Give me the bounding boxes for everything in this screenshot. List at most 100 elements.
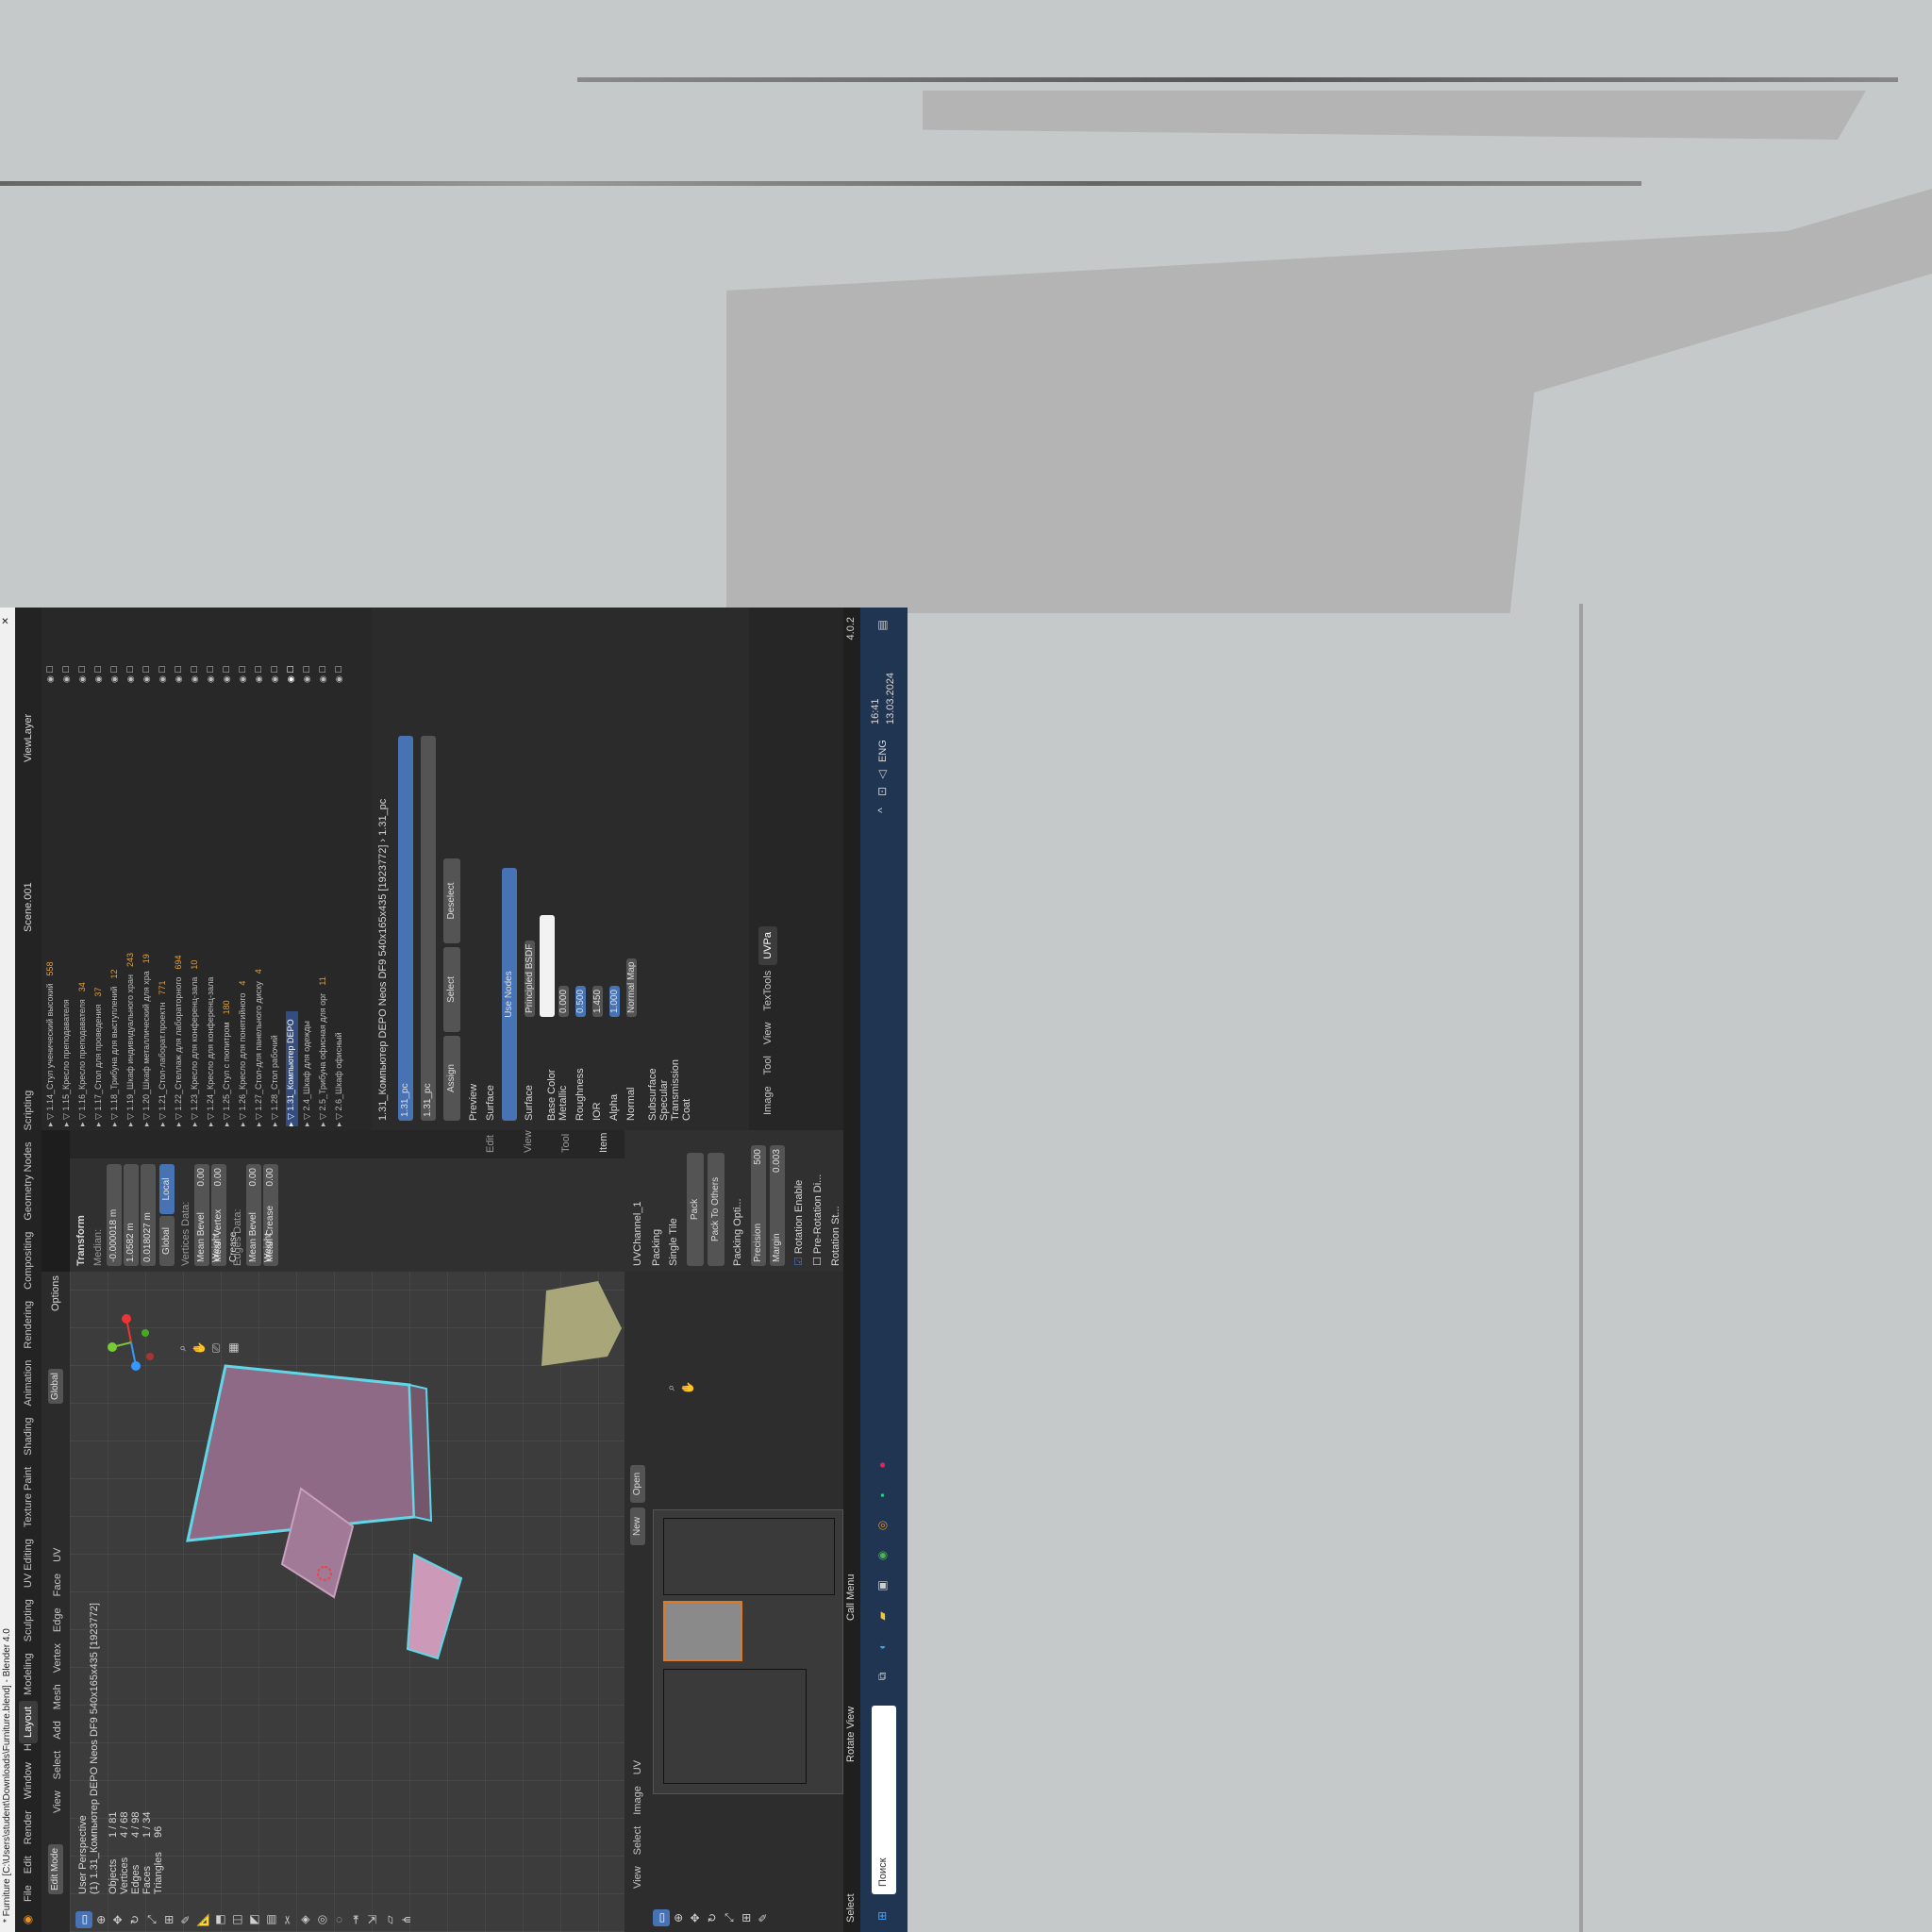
uv-select-icon[interactable]: ▭ — [653, 1909, 670, 1926]
uv-menu-image[interactable]: Image — [628, 1780, 647, 1821]
file-explorer-icon[interactable]: ▰ — [874, 1607, 891, 1624]
visibility-eye-icon[interactable]: ◉ ☐ — [286, 666, 296, 683]
pre-rotation-checkbox[interactable]: ☐ Pre-Rotation Di... — [811, 1174, 824, 1266]
tab-sculpting[interactable]: Sculpting — [19, 1593, 38, 1647]
outliner-item[interactable]: ▸ ▽ 1.20_Шкаф металлический для хра 19 ◉ ☐ — [142, 666, 154, 1126]
menu-vertex[interactable]: Vertex — [48, 1638, 67, 1678]
scene-selector[interactable]: Scene.001 — [23, 882, 34, 932]
outliner-item[interactable]: ▸ ▽ 1.25_Стул с пюпитром 180 ◉ ☐ — [222, 666, 234, 1126]
outliner-item[interactable]: ▸ ▽ 1.23_Кресло для конференц-зала 10 ◉ ☐ — [190, 666, 202, 1126]
tab-view[interactable]: View — [523, 1130, 534, 1153]
pan-hand-icon[interactable]: ✋ — [191, 1340, 208, 1357]
menu-view[interactable]: View — [48, 1785, 67, 1819]
uv-tab-view[interactable]: View — [758, 1017, 777, 1051]
use-nodes-button[interactable]: Use Nodes — [502, 868, 517, 1121]
uv-pan-hand-icon[interactable]: ✋ — [679, 1379, 696, 1396]
volume-icon[interactable]: ◁ — [874, 766, 891, 783]
tab-rendering[interactable]: Rendering — [19, 1295, 38, 1355]
uv-island-2[interactable] — [663, 1518, 835, 1595]
median-x-field[interactable]: -0.000018 m — [107, 1164, 122, 1266]
store-icon[interactable]: ▣ — [874, 1577, 891, 1594]
visibility-eye-icon[interactable]: ◉ ☐ — [61, 666, 72, 683]
uv-menu-select[interactable]: Select — [628, 1821, 647, 1861]
uv-menu-view[interactable]: View — [628, 1860, 647, 1894]
rotation-step-field[interactable]: Rotation St... — [830, 1206, 841, 1266]
menu-mesh[interactable]: Mesh — [48, 1678, 67, 1715]
specular-section[interactable]: Specular — [658, 630, 670, 1121]
orientation-selector[interactable]: Global — [48, 1369, 63, 1404]
visibility-eye-icon[interactable]: ◉ ☐ — [77, 666, 88, 683]
visibility-eye-icon[interactable]: ◉ ☐ — [125, 666, 136, 683]
menu-uv[interactable]: UV — [48, 1542, 67, 1568]
preview-section[interactable]: Preview — [468, 1084, 479, 1121]
visibility-eye-icon[interactable]: ◉ ☐ — [238, 666, 248, 683]
material-name-field[interactable]: 1.31_pc — [421, 736, 436, 1121]
metallic-field[interactable]: 0.000 — [558, 985, 569, 1017]
camera-icon[interactable]: ⎚ — [208, 1340, 225, 1357]
transmission-section[interactable]: Transmission — [670, 630, 681, 1121]
outliner-item[interactable]: ▸ ▽ 2.4_Шкаф для одежды ◉ ☐ — [302, 666, 314, 1126]
deselect-button[interactable]: Deselect — [443, 858, 460, 943]
uv-tab-uvpackmaster[interactable]: UVPa — [758, 926, 777, 965]
outliner-item[interactable]: ▸ ▽ 1.17_Стол для проведения 37 ◉ ☐ — [93, 666, 106, 1126]
surface-section[interactable]: Surface — [485, 1085, 496, 1121]
visibility-eye-icon[interactable]: ◉ ☐ — [93, 666, 104, 683]
pack-to-others-button[interactable]: Pack To Others — [708, 1153, 724, 1266]
new-image-button[interactable]: New — [630, 1507, 645, 1545]
blender-taskbar-icon[interactable]: ◎ — [874, 1517, 891, 1534]
tab-scripting[interactable]: Scripting — [19, 1085, 38, 1137]
outliner-item[interactable]: ▸ ▽ 2.6_Шкаф офисный ◉ ☐ — [334, 666, 346, 1126]
uv-scale-icon[interactable]: ⤢ — [721, 1909, 738, 1926]
uv-zoom-icon[interactable]: ⌕ — [662, 1379, 679, 1396]
median-y-field[interactable]: 1.0582 m — [124, 1164, 139, 1266]
global-button[interactable]: Global — [159, 1216, 175, 1266]
navigation-gizmo[interactable] — [98, 1309, 164, 1375]
roughness-field[interactable]: 0.500 — [575, 985, 586, 1017]
visibility-eye-icon[interactable]: ◉ ☐ — [45, 666, 56, 683]
uv-menu-uv[interactable]: UV — [628, 1755, 647, 1780]
tab-item[interactable]: Item — [598, 1133, 609, 1153]
transform-header[interactable]: Transform — [75, 1164, 87, 1266]
outliner-item[interactable]: ▸ ▽ 1.26_Кресло для понятийного 4 ◉ ☐ — [238, 666, 250, 1126]
visibility-eye-icon[interactable]: ◉ ☐ — [142, 666, 152, 683]
close-icon[interactable]: ✕ — [1, 617, 11, 625]
uv-island-1[interactable] — [663, 1669, 807, 1784]
menu-window[interactable]: Window — [19, 1757, 38, 1805]
options-dropdown[interactable]: Options — [50, 1275, 61, 1311]
mesh-detached-panel[interactable] — [406, 1553, 463, 1660]
uv-move-icon[interactable]: ✥ — [687, 1909, 704, 1926]
visibility-eye-icon[interactable]: ◉ ☐ — [158, 666, 168, 683]
outliner-item[interactable]: ▸ ▽ 1.14_Стул ученический высокий 558 ◉ ☐ — [45, 666, 58, 1126]
tab-modeling[interactable]: Modeling — [19, 1647, 38, 1701]
pycharm-icon[interactable]: ▪ — [874, 1487, 891, 1504]
3d-viewport[interactable]: ▭ ⊕ ✥ ↻ ⤢ ⊞ ✎ 📐 ⬒ ◫ ◩ ▤ ✂ ◈ ◎ ◌ ⇥ ⇲ ▱ ⋔ … — [70, 1272, 625, 1932]
clock-time[interactable]: 16:41 — [870, 698, 881, 724]
margin-field[interactable]: Margin 0.003 — [770, 1145, 785, 1266]
tab-animation[interactable]: Animation — [19, 1355, 38, 1412]
mode-selector[interactable]: Edit Mode — [48, 1843, 63, 1894]
tab-uv-editing[interactable]: UV Editing — [19, 1533, 38, 1593]
outliner-item[interactable]: ▸ ▽ 1.22_Стеллаж для лабораторного 694 ◉ ☐ — [174, 666, 186, 1126]
visibility-eye-icon[interactable]: ◉ ☐ — [270, 666, 280, 683]
tab-compositing[interactable]: Compositing — [19, 1226, 38, 1295]
outliner-item[interactable]: ▸ ▽ 1.27_Стол-для панельного диску 4 ◉ ☐ — [254, 666, 266, 1126]
uv-tab-image[interactable]: Image — [758, 1080, 777, 1121]
task-view-icon[interactable]: ⧉ — [874, 1668, 891, 1685]
menu-file[interactable]: File — [19, 1879, 38, 1907]
clock-date[interactable]: 13.03.2024 — [885, 673, 896, 724]
uv-transform-icon[interactable]: ⊞ — [738, 1909, 755, 1926]
tab-texture-paint[interactable]: Texture Paint — [19, 1461, 38, 1533]
outliner-item[interactable]: ▸ ▽ 1.24_Кресло для конференц-зала ◉ ☐ — [206, 666, 218, 1126]
tab-geometry-nodes[interactable]: Geometry Nodes — [19, 1137, 38, 1226]
visibility-eye-icon[interactable]: ◉ ☐ — [302, 666, 312, 683]
precision-field[interactable]: Precision 500 — [751, 1145, 766, 1266]
outliner-item[interactable]: ▸ ▽ 1.15_Кресло преподавателя ◉ ☐ — [61, 666, 74, 1126]
uv-selected-island[interactable] — [663, 1601, 742, 1661]
open-image-button[interactable]: Open — [630, 1465, 645, 1503]
uv-rotate-icon[interactable]: ↻ — [704, 1909, 721, 1926]
visibility-eye-icon[interactable]: ◉ ☐ — [190, 666, 200, 683]
edge-browser-icon[interactable]: ◐ — [874, 1638, 891, 1655]
visibility-eye-icon[interactable]: ◉ ☐ — [334, 666, 344, 683]
alpha-field[interactable]: 1.000 — [609, 985, 620, 1017]
uv-canvas[interactable] — [653, 1509, 843, 1794]
